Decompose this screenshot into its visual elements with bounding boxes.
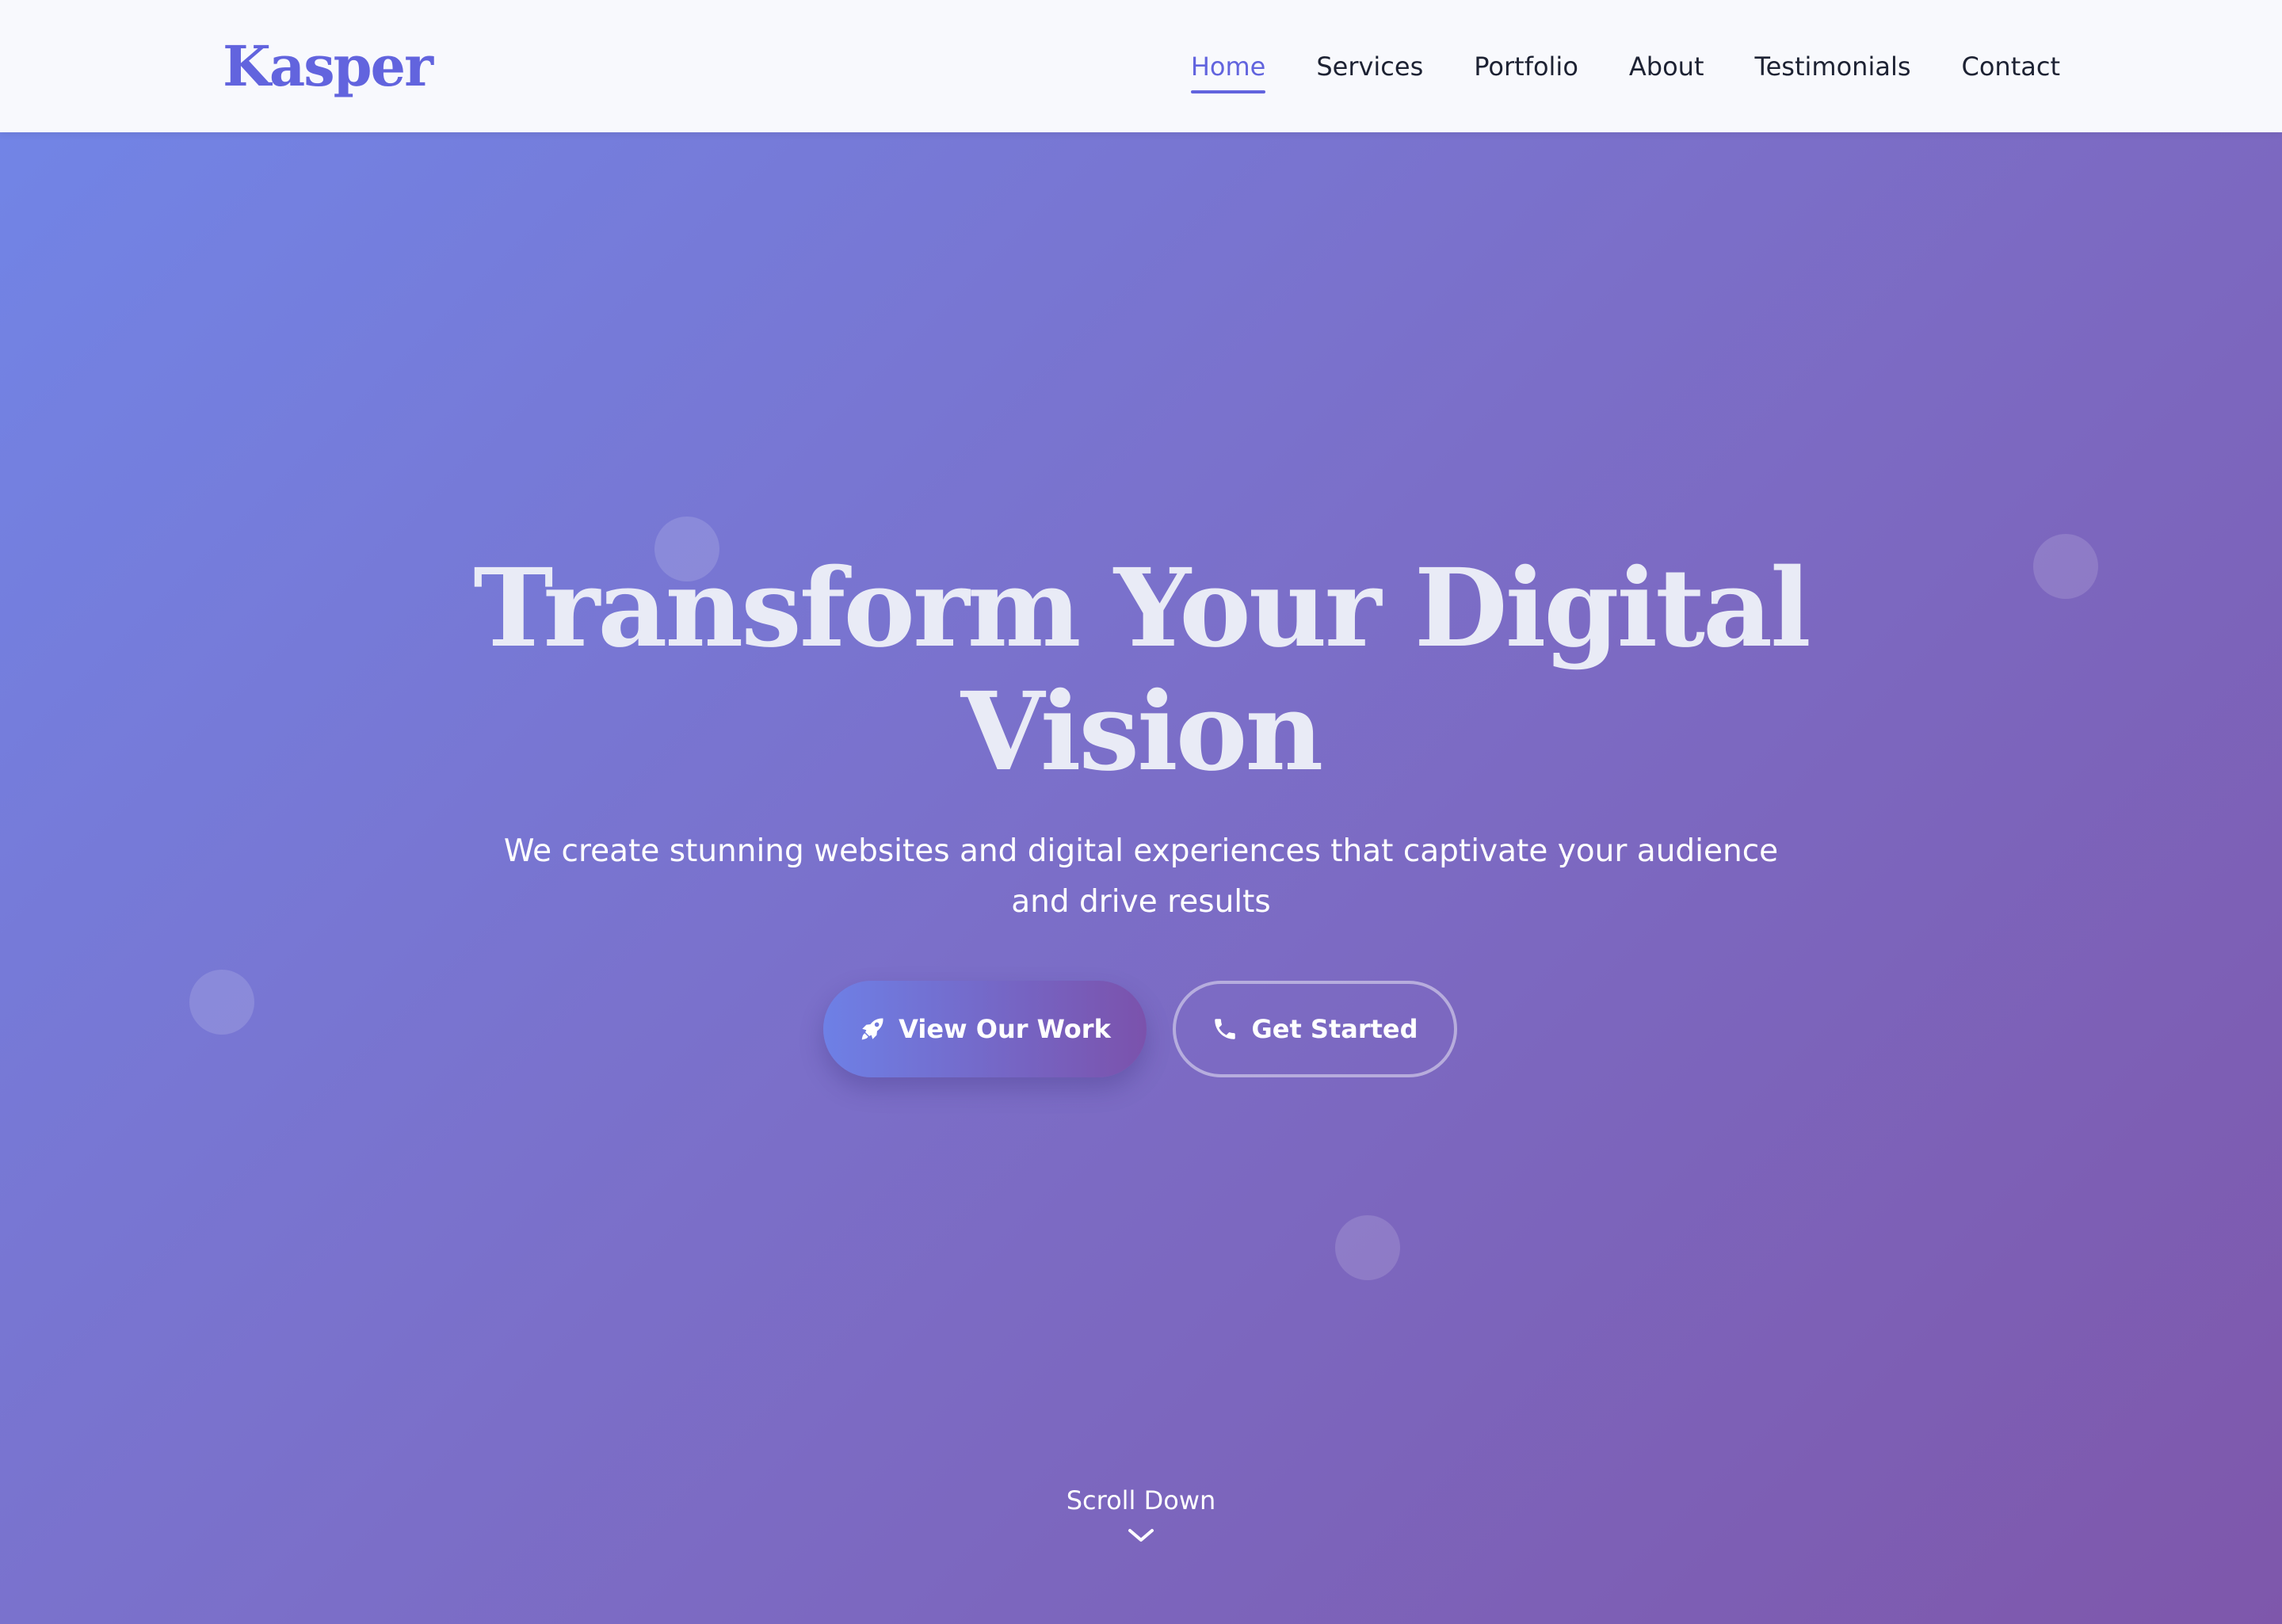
nav-link-home[interactable]: Home	[1190, 49, 1265, 93]
site-header: Kasper Home Services Portfolio About Tes…	[0, 0, 2282, 132]
hero-subtitle-line-2: and drive results	[1011, 884, 1271, 920]
chevron-down-icon	[1128, 1529, 1154, 1542]
hero-subtitle-line-1: We create stunning websites and digital …	[503, 833, 1779, 869]
scroll-down-label: Scroll Down	[1066, 1485, 1216, 1515]
nav-link-portfolio[interactable]: Portfolio	[1474, 49, 1578, 84]
main-nav: Home Services Portfolio About Testimonia…	[1190, 0, 2061, 132]
nav-link-testimonials[interactable]: Testimonials	[1755, 49, 1911, 84]
decorative-bubble	[2033, 534, 2098, 599]
hero-title-line-1: Transform Your Digital	[473, 545, 1811, 672]
rocket-icon	[861, 1018, 883, 1040]
scroll-down-indicator[interactable]: Scroll Down	[983, 1481, 1299, 1545]
hero-title: Transform Your Digital Vision	[428, 547, 1854, 794]
nav-link-contact[interactable]: Contact	[1962, 49, 2061, 84]
view-our-work-label: View Our Work	[899, 1014, 1111, 1044]
nav-link-services[interactable]: Services	[1316, 49, 1423, 84]
hero-title-line-2: Vision	[960, 669, 1324, 795]
get-started-label: Get Started	[1251, 1014, 1418, 1044]
brand-logo[interactable]: Kasper	[223, 29, 433, 105]
phone-icon	[1215, 1019, 1236, 1039]
get-started-button[interactable]: Get Started	[1173, 981, 1457, 1077]
decorative-bubble	[189, 970, 254, 1035]
nav-link-about[interactable]: About	[1629, 49, 1704, 84]
view-our-work-button[interactable]: View Our Work	[823, 981, 1147, 1077]
decorative-bubble	[1335, 1215, 1400, 1280]
hero-subtitle: We create stunning websites and digital …	[491, 826, 1791, 928]
